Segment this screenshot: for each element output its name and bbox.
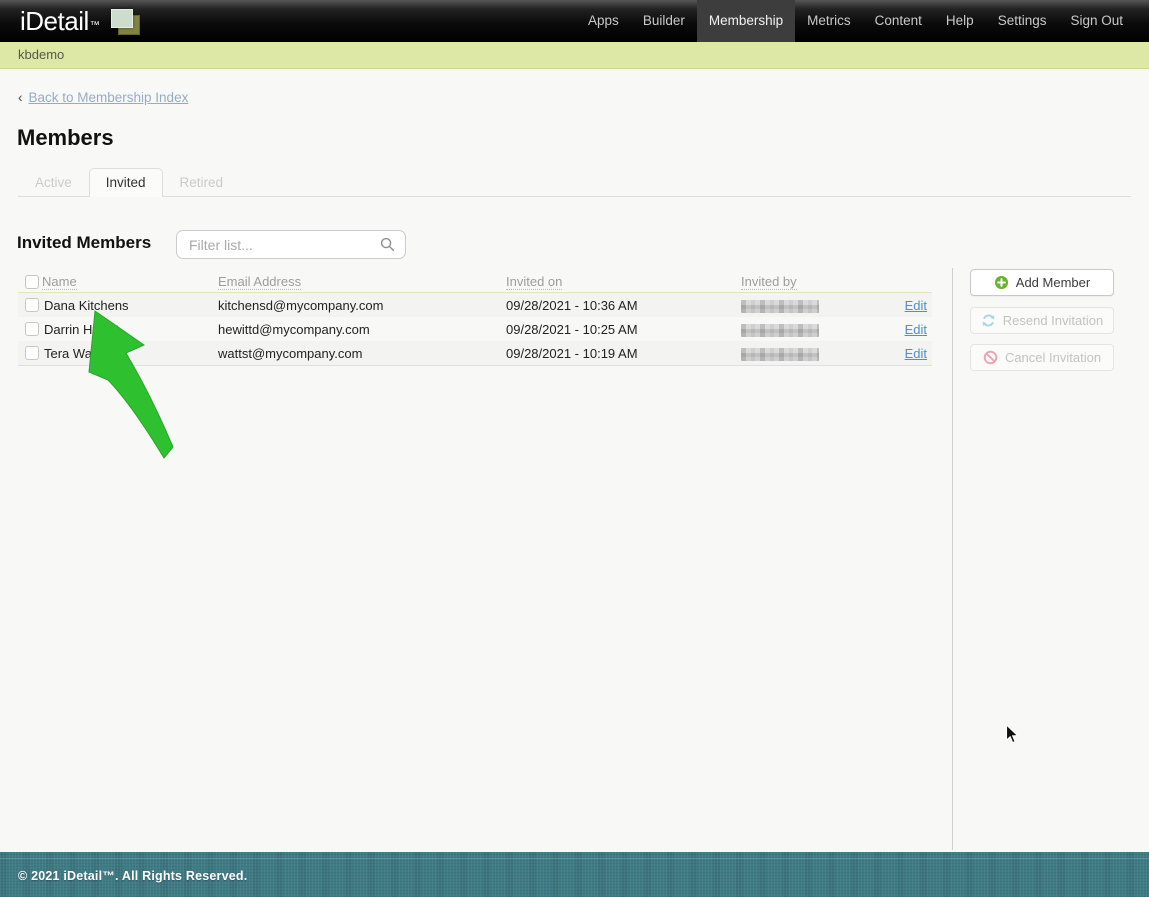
cancel-invitation-label: Cancel Invitation xyxy=(1004,350,1102,365)
resend-invitation-button[interactable]: Resend Invitation xyxy=(970,307,1114,334)
redacted-invited-by xyxy=(741,299,819,313)
column-header-invited-on[interactable]: Invited on xyxy=(506,274,563,290)
mouse-cursor xyxy=(1005,724,1020,744)
logo-text: iDetail xyxy=(20,6,89,36)
tab-active[interactable]: Active xyxy=(18,167,89,197)
member-name: Dana Kitchens xyxy=(44,297,129,313)
member-email: wattst@mycompany.com xyxy=(218,345,363,361)
member-email: kitchensd@mycompany.com xyxy=(218,297,384,313)
environment-bar: kbdemo xyxy=(0,42,1149,69)
nav-item-builder[interactable]: Builder xyxy=(631,0,697,42)
nav-item-metrics[interactable]: Metrics xyxy=(795,0,863,42)
row-checkbox[interactable] xyxy=(25,322,39,336)
filter-box xyxy=(176,230,406,259)
tabs: Active Invited Retired xyxy=(18,167,240,197)
edit-link[interactable]: Edit xyxy=(905,322,927,337)
cancel-circle-icon xyxy=(983,350,998,365)
breadcrumb: ‹ Back to Membership Index xyxy=(18,90,188,105)
app-logo[interactable]: iDetail ™ xyxy=(0,0,142,42)
member-name: Tera Watts xyxy=(44,345,106,361)
main-content: ‹ Back to Membership Index Members Active… xyxy=(0,69,1149,852)
row-checkbox[interactable] xyxy=(25,298,39,312)
resend-invitation-label: Resend Invitation xyxy=(1002,313,1104,328)
edit-link[interactable]: Edit xyxy=(905,298,927,313)
table-row: Darrin Hewitt hewittd@mycompany.com 09/28/… xyxy=(18,317,932,341)
invited-members-table: Name Email Address Invited on Invited by… xyxy=(18,272,932,366)
copyright-text: © 2021 iDetail™. All Rights Reserved. xyxy=(18,869,248,883)
add-member-label: Add Member xyxy=(1015,275,1091,290)
edit-link[interactable]: Edit xyxy=(905,346,927,361)
top-navbar: iDetail ™ Apps Builder Membership Metrics Con… xyxy=(0,0,1149,42)
table-row: Dana Kitchens kitchensd@mycompany.com 09/2… xyxy=(18,293,932,317)
member-rows: Dana Kitchens kitchensd@mycompany.com 09/2… xyxy=(18,293,932,366)
logo-image-icon xyxy=(108,9,142,37)
tab-invited[interactable]: Invited xyxy=(88,168,163,197)
invited-by xyxy=(741,321,901,337)
tabs-divider xyxy=(18,196,1131,197)
table-header: Name Email Address Invited on Invited by xyxy=(18,272,932,293)
filter-input[interactable] xyxy=(189,236,380,253)
column-header-name[interactable]: Name xyxy=(42,274,77,290)
invited-on: 09/28/2021 - 10:19 AM xyxy=(506,345,638,361)
member-name: Darrin Hewitt xyxy=(44,321,120,337)
select-all-checkbox[interactable] xyxy=(25,274,39,289)
nav-item-apps[interactable]: Apps xyxy=(576,0,631,42)
cancel-invitation-button[interactable]: Cancel Invitation xyxy=(970,344,1114,371)
panel-divider xyxy=(952,268,953,850)
logo-trademark: ™ xyxy=(89,19,100,31)
nav-item-help[interactable]: Help xyxy=(934,0,986,42)
invited-by xyxy=(741,297,901,313)
plus-circle-icon xyxy=(994,275,1008,290)
section-title: Invited Members xyxy=(17,233,152,252)
page-title: Members xyxy=(17,125,114,150)
invited-by xyxy=(741,345,901,361)
column-header-invited-by[interactable]: Invited by xyxy=(741,274,797,290)
add-member-button[interactable]: Add Member xyxy=(970,269,1114,296)
refresh-icon xyxy=(982,314,995,327)
nav-item-content[interactable]: Content xyxy=(863,0,934,42)
nav-menu: Apps Builder Membership Metrics Content Help S… xyxy=(576,0,1149,42)
member-email: hewittd@mycompany.com xyxy=(218,321,370,337)
column-header-email[interactable]: Email Address xyxy=(218,274,302,290)
nav-item-membership[interactable]: Membership xyxy=(696,0,796,42)
back-chevron-icon: ‹ xyxy=(18,90,23,105)
invited-on: 09/28/2021 - 10:25 AM xyxy=(506,321,638,337)
redacted-invited-by xyxy=(741,323,819,337)
table-row: Tera Watts wattst@mycompany.com 09/28/2021… xyxy=(18,341,932,365)
nav-item-sign-out[interactable]: Sign Out xyxy=(1058,0,1135,42)
environment-label: kbdemo xyxy=(18,47,65,62)
footer: © 2021 iDetail™. All Rights Reserved. xyxy=(0,852,1149,897)
search-icon xyxy=(380,237,395,252)
app-window: iDetail ™ Apps Builder Membership Metrics Con… xyxy=(0,0,1149,897)
tab-retired[interactable]: Retired xyxy=(163,167,241,197)
row-checkbox[interactable] xyxy=(25,346,39,360)
redacted-invited-by xyxy=(741,347,819,361)
nav-item-settings[interactable]: Settings xyxy=(986,0,1059,42)
invited-on: 09/28/2021 - 10:36 AM xyxy=(506,297,638,313)
back-to-membership-index-link[interactable]: Back to Membership Index xyxy=(29,90,189,105)
